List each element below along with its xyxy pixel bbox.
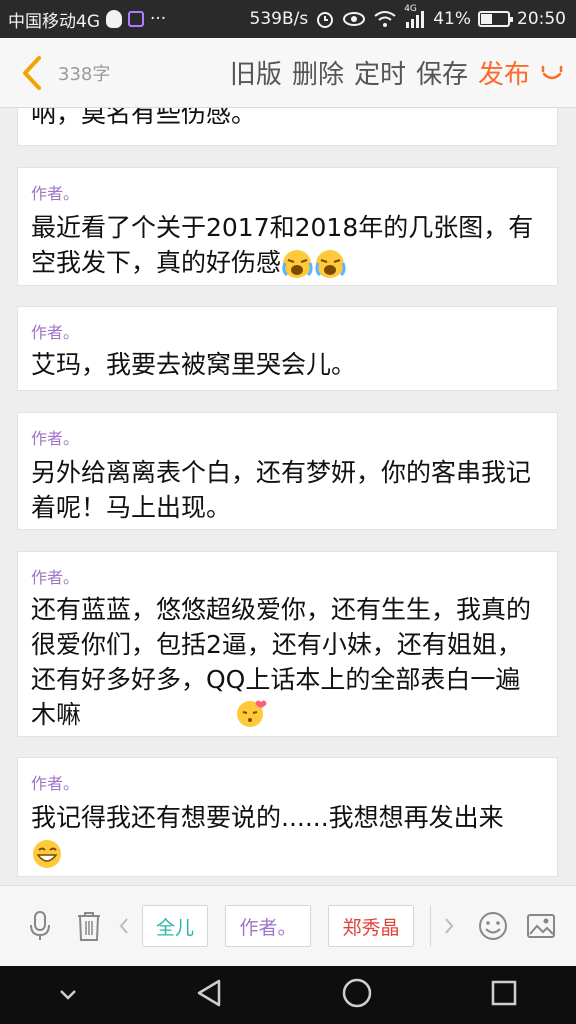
trash-icon [78, 912, 100, 941]
carrier-label: 中国移动4G [8, 11, 100, 32]
word-count: 338字 [58, 63, 111, 85]
story-content: 呐，莫名有些伤感。 作者。 最近看了个关于2017和2018年的几张图，有空我发… [0, 108, 576, 885]
voice-input-button[interactable] [24, 910, 56, 942]
dialogue-text: 我记得我还有想要说的......我想想再发出来 [31, 800, 535, 870]
dialogue-author: 作者。 [31, 774, 80, 793]
chips-scroll-left-button[interactable] [114, 917, 134, 935]
character-chip-label: 郑秀晶 [342, 916, 400, 939]
nav-recents-button[interactable] [490, 979, 518, 1011]
schedule-button[interactable]: 定时 [354, 54, 406, 91]
delete-button[interactable]: 删除 [292, 54, 344, 91]
dialogue-text: 最近看了个关于2017和2018年的几张图，有空我发下，真的好伤感 [31, 210, 535, 280]
chevron-left-icon [23, 55, 41, 90]
dialogue-card[interactable]: 作者。 我记得我还有想要说的......我想想再发出来 [17, 757, 558, 877]
dialogue-author: 作者。 [31, 429, 80, 448]
system-nav-bar [0, 966, 576, 1024]
character-chip-label: 全儿 [155, 916, 194, 939]
wifi-icon [373, 10, 397, 28]
network-speed: 539B/s [249, 9, 309, 29]
back-button[interactable] [12, 53, 52, 93]
insert-image-button[interactable] [525, 913, 557, 939]
save-button[interactable]: 保存 [416, 54, 468, 91]
editor-bottom-bar: 全儿 作者。 郑秀晶 [0, 885, 576, 966]
character-chip[interactable]: 作者。 [225, 905, 311, 947]
character-chip[interactable]: 郑秀晶 [328, 905, 414, 947]
smile-icon [541, 65, 563, 79]
trash-button[interactable] [74, 910, 104, 942]
crying-emoji-icon [315, 250, 346, 278]
character-chip-label: 作者。 [239, 916, 297, 939]
nav-back-button[interactable] [195, 978, 225, 1012]
kissing-emoji-icon [237, 700, 267, 727]
dialogue-card[interactable]: 作者。 另外给离离表个白，还有梦妍，你的客串我记着呢！马上出现。 [17, 412, 558, 530]
dialogue-text-content: 我记得我还有想要说的......我想想再发出来 [31, 803, 504, 832]
dialogue-card[interactable]: 作者。 还有蓝蓝，悠悠超级爱你，还有生生，我真的很爱你们，包括2逼，还有小妹，还… [17, 551, 558, 737]
more-notifications-dots: ··· [150, 9, 167, 29]
crying-emoji-icon [282, 250, 313, 278]
publish-button[interactable]: 发布 [478, 54, 530, 91]
eye-icon [342, 11, 366, 27]
editor-toolbar: 338字 旧版 删除 定时 保存 发布 [0, 38, 576, 108]
dialogue-text: 还有蓝蓝，悠悠超级爱你，还有生生，我真的很爱你们，包括2逼，还有小妹，还有姐姐，… [31, 592, 535, 732]
chips-scroll-right-button[interactable] [439, 917, 459, 935]
old-version-button[interactable]: 旧版 [230, 54, 282, 91]
dialogue-text-content: 还有蓝蓝，悠悠超级爱你，还有生生，我真的很爱你们，包括2逼，还有小妹，还有姐姐，… [31, 595, 532, 729]
app-notification-icon [128, 11, 144, 27]
signal-icon: 4G [404, 4, 426, 28]
emoji-button[interactable] [477, 911, 509, 941]
emoji-icon [479, 912, 507, 940]
dialogue-text: 艾玛，我要去被窝里哭会儿。 [31, 350, 357, 379]
image-icon [527, 914, 555, 938]
alarm-icon [315, 9, 335, 29]
microphone-icon [30, 911, 50, 940]
dialogue-author: 作者。 [31, 184, 80, 203]
back-triangle-icon [197, 979, 220, 1007]
dialogue-card[interactable]: 作者。 最近看了个关于2017和2018年的几张图，有空我发下，真的好伤感 [17, 167, 558, 286]
chevron-left-icon [119, 918, 128, 934]
dialogue-card[interactable]: 呐，莫名有些伤感。 [17, 108, 558, 146]
chip-overflow-edge [430, 905, 435, 947]
battery-percent: 41% [433, 9, 471, 29]
chevron-right-icon [445, 918, 454, 934]
chevron-down-icon [60, 989, 77, 1000]
status-bar: 中国移动4G ··· 539B/s 4G 41% 20:50 [0, 0, 576, 38]
hide-nav-button[interactable] [58, 986, 78, 1005]
dialogue-text: 呐，莫名有些伤感。 [31, 108, 257, 128]
home-circle-icon [343, 978, 372, 1008]
dialogue-author: 作者。 [31, 568, 80, 587]
nav-home-button[interactable] [341, 977, 373, 1013]
recents-square-icon [491, 980, 516, 1006]
qq-icon [106, 10, 122, 28]
dialogue-text: 另外给离离表个白，还有梦妍，你的客串我记着呢！马上出现。 [31, 458, 532, 522]
character-chip[interactable]: 全儿 [142, 905, 208, 947]
grinning-emoji-icon [33, 840, 61, 868]
battery-fill [481, 14, 492, 24]
dialogue-author: 作者。 [31, 323, 80, 342]
clock: 20:50 [517, 9, 566, 29]
battery-icon [478, 11, 513, 27]
dialogue-card[interactable]: 作者。 艾玛，我要去被窝里哭会儿。 [17, 306, 558, 391]
network-type: 4G [404, 4, 417, 14]
